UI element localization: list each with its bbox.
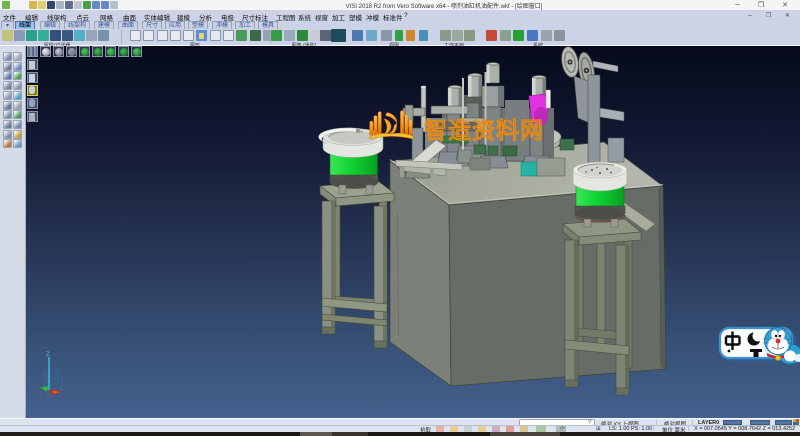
svg-text:Z: Z <box>46 352 50 358</box>
